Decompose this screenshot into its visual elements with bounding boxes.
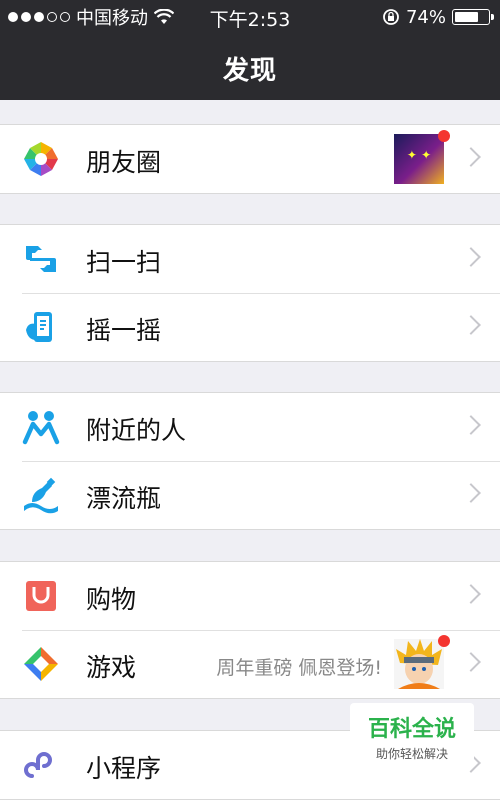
- chevron-right-icon: [461, 415, 481, 435]
- list-item-drift-bottle[interactable]: 漂流瓶: [0, 461, 500, 529]
- list-item-label: 游戏: [86, 653, 137, 682]
- scan-icon: [26, 246, 56, 272]
- list-item-games[interactable]: 游戏 周年重磅 佩恩登场!: [0, 630, 500, 698]
- rotation-lock-icon: [383, 9, 399, 25]
- battery-icon: [452, 9, 494, 25]
- nav-bar: 发现: [0, 34, 500, 100]
- group-shopping-games: 购物 游戏 周年重磅 佩恩登场!: [0, 561, 500, 699]
- games-avatar[interactable]: [394, 639, 444, 689]
- games-promo-text: 周年重磅 佩恩登场!: [216, 657, 382, 679]
- status-bar: 中国移动 下午2:53 74%: [0, 0, 500, 34]
- chevron-right-icon: [461, 652, 481, 672]
- chevron-right-icon: [461, 483, 481, 503]
- list-item-label: 朋友圈: [86, 148, 162, 177]
- list-item-label: 扫一扫: [86, 248, 162, 277]
- chevron-right-icon: [461, 584, 481, 604]
- list-item-people-nearby[interactable]: 附近的人: [0, 393, 500, 461]
- group-scan-shake: 扫一扫 摇一摇: [0, 224, 500, 362]
- list-item-shopping[interactable]: 购物: [0, 562, 500, 630]
- battery-fill: [455, 12, 478, 22]
- list-item-label: 漂流瓶: [86, 484, 162, 513]
- chevron-right-icon: [461, 147, 481, 167]
- games-icon: [24, 647, 58, 681]
- list-item-label: 摇一摇: [86, 316, 162, 345]
- moments-thumbnail[interactable]: ✦ ✦: [394, 134, 444, 184]
- drift-bottle-icon: [24, 477, 58, 514]
- people-nearby-icon: [22, 411, 60, 445]
- list-item-label: 附近的人: [86, 416, 187, 445]
- list-item-label: 小程序: [86, 754, 162, 783]
- chevron-right-icon: [461, 315, 481, 335]
- thumbnail-art: ✦ ✦: [406, 148, 432, 162]
- list-item-moments[interactable]: 朋友圈 ✦ ✦: [0, 125, 500, 193]
- battery-percent: 74%: [405, 6, 446, 28]
- group-moments: 朋友圈 ✦ ✦: [0, 124, 500, 194]
- list-item-scan[interactable]: 扫一扫: [0, 225, 500, 293]
- moments-icon: [24, 142, 58, 176]
- chevron-right-icon: [461, 247, 481, 267]
- shopping-icon: [26, 581, 56, 611]
- unread-badge: [438, 635, 450, 647]
- status-right: 74%: [382, 6, 494, 28]
- shake-icon: [26, 312, 52, 342]
- watermark-subtitle: 助你轻松解决: [375, 747, 448, 761]
- mini-programs-icon: [24, 752, 52, 778]
- list-item-shake[interactable]: 摇一摇: [0, 293, 500, 361]
- watermark-title: 百科全说: [367, 717, 456, 742]
- anime-character-icon: [396, 639, 442, 689]
- list-item-label: 购物: [86, 585, 137, 614]
- page-title: 发现: [222, 56, 277, 86]
- watermark-logo: 百科全说 助你轻松解决: [350, 703, 474, 763]
- group-nearby-bottle: 附近的人 漂流瓶: [0, 392, 500, 530]
- unread-badge: [438, 130, 450, 142]
